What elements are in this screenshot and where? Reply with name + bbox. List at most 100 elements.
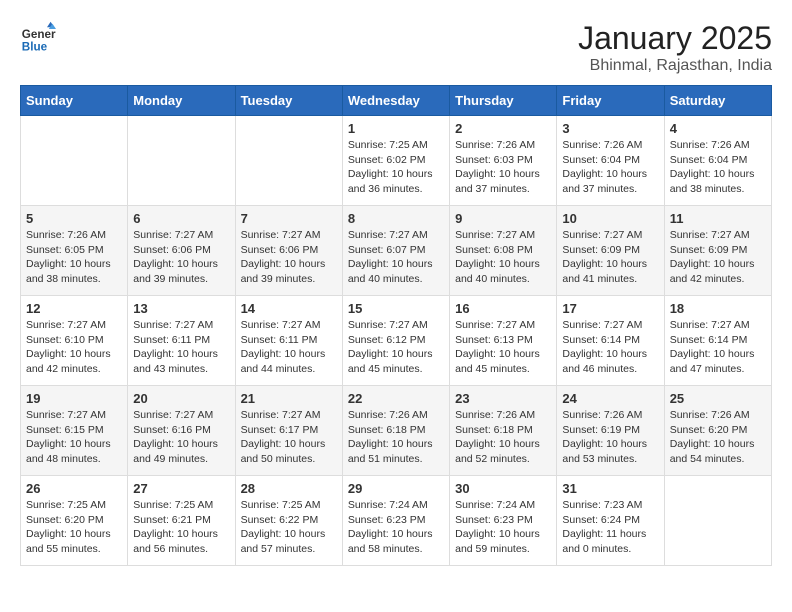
calendar-day-cell: 27 Sunrise: 7:25 AM Sunset: 6:21 PM Dayli… <box>128 476 235 566</box>
calendar-table: SundayMondayTuesdayWednesdayThursdayFrid… <box>20 85 772 566</box>
day-number: 3 <box>562 121 658 136</box>
day-number: 12 <box>26 301 122 316</box>
day-info: Sunrise: 7:25 AM Sunset: 6:20 PM Dayligh… <box>26 498 122 557</box>
day-number: 24 <box>562 391 658 406</box>
calendar-day-cell: 5 Sunrise: 7:26 AM Sunset: 6:05 PM Daylig… <box>21 206 128 296</box>
calendar-day-cell: 7 Sunrise: 7:27 AM Sunset: 6:06 PM Daylig… <box>235 206 342 296</box>
day-number: 13 <box>133 301 229 316</box>
day-number: 28 <box>241 481 337 496</box>
day-number: 8 <box>348 211 444 226</box>
calendar-day-cell <box>128 116 235 206</box>
day-info: Sunrise: 7:27 AM Sunset: 6:13 PM Dayligh… <box>455 318 551 377</box>
day-number: 11 <box>670 211 766 226</box>
day-info: Sunrise: 7:27 AM Sunset: 6:11 PM Dayligh… <box>241 318 337 377</box>
calendar-day-cell: 29 Sunrise: 7:24 AM Sunset: 6:23 PM Dayli… <box>342 476 449 566</box>
day-info: Sunrise: 7:26 AM Sunset: 6:20 PM Dayligh… <box>670 408 766 467</box>
day-info: Sunrise: 7:27 AM Sunset: 6:09 PM Dayligh… <box>670 228 766 287</box>
day-info: Sunrise: 7:27 AM Sunset: 6:10 PM Dayligh… <box>26 318 122 377</box>
calendar-day-cell: 20 Sunrise: 7:27 AM Sunset: 6:16 PM Dayli… <box>128 386 235 476</box>
day-number: 9 <box>455 211 551 226</box>
day-info: Sunrise: 7:26 AM Sunset: 6:18 PM Dayligh… <box>455 408 551 467</box>
calendar-day-cell: 25 Sunrise: 7:26 AM Sunset: 6:20 PM Dayli… <box>664 386 771 476</box>
calendar-day-cell: 11 Sunrise: 7:27 AM Sunset: 6:09 PM Dayli… <box>664 206 771 296</box>
calendar-day-cell: 3 Sunrise: 7:26 AM Sunset: 6:04 PM Daylig… <box>557 116 664 206</box>
day-number: 4 <box>670 121 766 136</box>
logo-icon: General Blue <box>20 20 56 56</box>
calendar-day-cell: 2Sunrise: 7:26 AM Sunset: 6:03 PM Daylig… <box>450 116 557 206</box>
day-info: Sunrise: 7:27 AM Sunset: 6:11 PM Dayligh… <box>133 318 229 377</box>
svg-text:General: General <box>22 28 56 41</box>
day-number: 31 <box>562 481 658 496</box>
day-number: 26 <box>26 481 122 496</box>
day-info: Sunrise: 7:27 AM Sunset: 6:09 PM Dayligh… <box>562 228 658 287</box>
day-info: Sunrise: 7:27 AM Sunset: 6:07 PM Dayligh… <box>348 228 444 287</box>
calendar-day-cell: 15Sunrise: 7:27 AM Sunset: 6:12 PM Dayli… <box>342 296 449 386</box>
day-number: 1 <box>348 121 444 136</box>
calendar-day-cell: 18 Sunrise: 7:27 AM Sunset: 6:14 PM Dayli… <box>664 296 771 386</box>
location: Bhinmal, Rajasthan, India <box>578 57 772 75</box>
day-info: Sunrise: 7:25 AM Sunset: 6:02 PM Dayligh… <box>348 138 444 197</box>
calendar-day-cell: 13 Sunrise: 7:27 AM Sunset: 6:11 PM Dayli… <box>128 296 235 386</box>
weekday-header-cell: Monday <box>128 86 235 116</box>
svg-text:Blue: Blue <box>22 41 48 54</box>
weekday-header-row: SundayMondayTuesdayWednesdayThursdayFrid… <box>21 86 772 116</box>
day-number: 16 <box>455 301 551 316</box>
day-number: 10 <box>562 211 658 226</box>
day-number: 25 <box>670 391 766 406</box>
calendar-day-cell: 8 Sunrise: 7:27 AM Sunset: 6:07 PM Daylig… <box>342 206 449 296</box>
day-info: Sunrise: 7:27 AM Sunset: 6:15 PM Dayligh… <box>26 408 122 467</box>
weekday-header-cell: Thursday <box>450 86 557 116</box>
day-number: 5 <box>26 211 122 226</box>
day-info: Sunrise: 7:26 AM Sunset: 6:04 PM Dayligh… <box>670 138 766 197</box>
weekday-header-cell: Saturday <box>664 86 771 116</box>
day-info: Sunrise: 7:23 AM Sunset: 6:24 PM Dayligh… <box>562 498 658 557</box>
day-info: Sunrise: 7:26 AM Sunset: 6:05 PM Dayligh… <box>26 228 122 287</box>
day-number: 29 <box>348 481 444 496</box>
calendar-day-cell: 10 Sunrise: 7:27 AM Sunset: 6:09 PM Dayli… <box>557 206 664 296</box>
calendar-body: 1 Sunrise: 7:25 AM Sunset: 6:02 PM Daylig… <box>21 116 772 566</box>
weekday-header-cell: Tuesday <box>235 86 342 116</box>
day-number: 23 <box>455 391 551 406</box>
day-number: 22 <box>348 391 444 406</box>
day-number: 17 <box>562 301 658 316</box>
calendar-day-cell: 22Sunrise: 7:26 AM Sunset: 6:18 PM Dayli… <box>342 386 449 476</box>
calendar-day-cell: 31 Sunrise: 7:23 AM Sunset: 6:24 PM Dayli… <box>557 476 664 566</box>
day-number: 20 <box>133 391 229 406</box>
calendar-day-cell <box>664 476 771 566</box>
calendar-day-cell: 24Sunrise: 7:26 AM Sunset: 6:19 PM Dayli… <box>557 386 664 476</box>
day-info: Sunrise: 7:25 AM Sunset: 6:21 PM Dayligh… <box>133 498 229 557</box>
weekday-header-cell: Sunday <box>21 86 128 116</box>
day-number: 18 <box>670 301 766 316</box>
title-block: January 2025 Bhinmal, Rajasthan, India <box>578 20 772 75</box>
weekday-header-cell: Friday <box>557 86 664 116</box>
calendar-week-row: 19 Sunrise: 7:27 AM Sunset: 6:15 PM Dayli… <box>21 386 772 476</box>
day-number: 21 <box>241 391 337 406</box>
day-info: Sunrise: 7:27 AM Sunset: 6:06 PM Dayligh… <box>241 228 337 287</box>
day-number: 30 <box>455 481 551 496</box>
day-info: Sunrise: 7:24 AM Sunset: 6:23 PM Dayligh… <box>348 498 444 557</box>
calendar-day-cell: 17 Sunrise: 7:27 AM Sunset: 6:14 PM Dayli… <box>557 296 664 386</box>
day-info: Sunrise: 7:27 AM Sunset: 6:16 PM Dayligh… <box>133 408 229 467</box>
day-number: 27 <box>133 481 229 496</box>
calendar-day-cell: 1 Sunrise: 7:25 AM Sunset: 6:02 PM Daylig… <box>342 116 449 206</box>
calendar-day-cell <box>235 116 342 206</box>
month-title: January 2025 <box>578 20 772 57</box>
day-info: Sunrise: 7:26 AM Sunset: 6:04 PM Dayligh… <box>562 138 658 197</box>
day-number: 19 <box>26 391 122 406</box>
calendar-day-cell: 23 Sunrise: 7:26 AM Sunset: 6:18 PM Dayli… <box>450 386 557 476</box>
calendar-day-cell: 9Sunrise: 7:27 AM Sunset: 6:08 PM Daylig… <box>450 206 557 296</box>
calendar-day-cell: 4 Sunrise: 7:26 AM Sunset: 6:04 PM Daylig… <box>664 116 771 206</box>
day-info: Sunrise: 7:27 AM Sunset: 6:14 PM Dayligh… <box>562 318 658 377</box>
day-number: 14 <box>241 301 337 316</box>
logo: General Blue <box>20 20 60 56</box>
day-info: Sunrise: 7:27 AM Sunset: 6:17 PM Dayligh… <box>241 408 337 467</box>
calendar-day-cell: 6Sunrise: 7:27 AM Sunset: 6:06 PM Daylig… <box>128 206 235 296</box>
day-info: Sunrise: 7:27 AM Sunset: 6:14 PM Dayligh… <box>670 318 766 377</box>
page-header: General Blue January 2025 Bhinmal, Rajas… <box>20 20 772 75</box>
weekday-header-cell: Wednesday <box>342 86 449 116</box>
day-number: 7 <box>241 211 337 226</box>
calendar-day-cell: 26 Sunrise: 7:25 AM Sunset: 6:20 PM Dayli… <box>21 476 128 566</box>
calendar-day-cell: 21 Sunrise: 7:27 AM Sunset: 6:17 PM Dayli… <box>235 386 342 476</box>
calendar-day-cell: 14 Sunrise: 7:27 AM Sunset: 6:11 PM Dayli… <box>235 296 342 386</box>
calendar-day-cell: 19 Sunrise: 7:27 AM Sunset: 6:15 PM Dayli… <box>21 386 128 476</box>
